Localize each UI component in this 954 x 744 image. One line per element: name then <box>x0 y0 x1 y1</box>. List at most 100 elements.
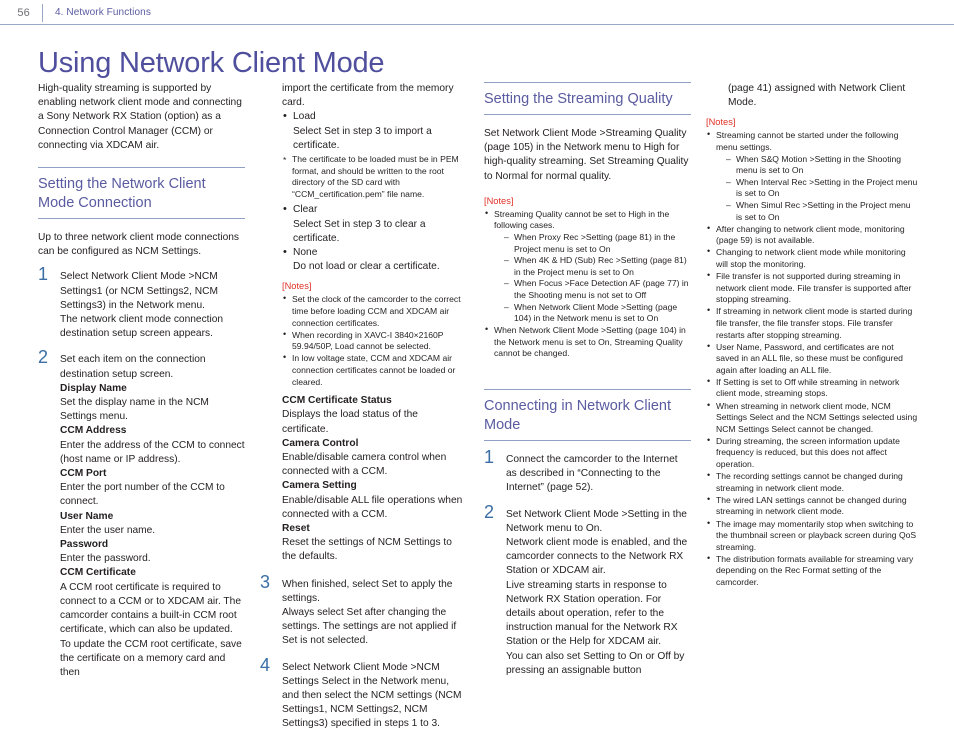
certificate-option-list: Load Select Set in step 3 to import a ce… <box>282 109 467 153</box>
step-4-line-1: Select Network Client Mode >NCM Settings… <box>282 661 462 730</box>
def-camera-setting: Enable/disable ALL file operations when … <box>282 494 463 520</box>
note-sub-item: When Interval Rec >Setting in the Projec… <box>726 177 918 200</box>
asterisk-footnote: The certificate to be loaded must be in … <box>282 154 467 200</box>
note-text: Streaming Quality cannot be set to High … <box>494 208 670 231</box>
page-running-header: 56 4. Network Functions <box>0 0 954 25</box>
def-user-name: Enter the user name. <box>60 524 156 536</box>
notes-label: [Notes] <box>282 281 312 292</box>
note-item: If streaming in network client mode is s… <box>706 305 918 341</box>
note-item: Streaming cannot be started under the fo… <box>706 129 918 224</box>
note-sub-item: When Proxy Rec >Setting (page 81) in the… <box>504 232 691 255</box>
def-ccm-port: Enter the port number of the CCM to conn… <box>60 482 225 508</box>
note-item: When streaming in network client mode, N… <box>706 400 918 436</box>
note-sub-item: When 4K & HD (Sub) Rec >Setting (page 81… <box>504 255 691 278</box>
column-1: High-quality streaming is supported by e… <box>38 82 245 692</box>
term-reset: Reset <box>282 522 310 534</box>
note-item: In low voltage state, CCM and XDCAM air … <box>282 352 467 388</box>
step-text: Select Network Client Mode >NCM Settings… <box>282 661 467 732</box>
step-2-continued: (page 41) assigned with Network Client M… <box>728 83 906 109</box>
step-2-line-3: Live streaming starts in response to Net… <box>506 579 678 648</box>
list-item-none: None Do not load or clear a certificate. <box>282 245 467 274</box>
note-item: The distribution formats available for s… <box>706 553 918 589</box>
term-camera-setting: Camera Setting <box>282 480 357 492</box>
note-item: Set the clock of the camcorder to the co… <box>282 293 467 329</box>
step-2-line-4: You can also set Setting to On or Off by… <box>506 650 685 676</box>
column-4: (page 41) assigned with Network Client M… <box>706 82 918 595</box>
def-ccm-address: Enter the address of the CCM to connect … <box>60 439 245 465</box>
step-2: 2 Set Network Client Mode >Setting in th… <box>484 503 691 678</box>
step-number: 2 <box>38 347 49 368</box>
step-number: 1 <box>38 264 49 285</box>
note-item: The recording settings cannot be changed… <box>706 470 918 494</box>
step-1-line-1: Select Network Client Mode >NCM Settings… <box>60 271 218 311</box>
notes-label: [Notes] <box>706 117 736 128</box>
term-password: Password <box>60 539 109 551</box>
term-user-name: User Name <box>60 510 114 522</box>
step-3-line-1: When finished, select Set to apply the s… <box>282 578 453 604</box>
chapter-label: 4. Network Functions <box>55 7 151 18</box>
step-number: 4 <box>260 654 271 675</box>
note-item: The image may momentarily stop when swit… <box>706 518 918 554</box>
option-text-load: Select Set in step 3 to import a certifi… <box>293 125 432 151</box>
note-sub-item: When S&Q Motion >Setting in the Shooting… <box>726 154 918 177</box>
notes-label: [Notes] <box>484 195 514 206</box>
note-item: After changing to network client mode, m… <box>706 223 918 247</box>
step-3: 3 When finished, select Set to apply the… <box>260 573 467 649</box>
note-item: The wired LAN settings cannot be changed… <box>706 494 918 518</box>
step-1: 1 Select Network Client Mode >NCM Settin… <box>38 265 245 341</box>
notes-list: Set the clock of the camcorder to the co… <box>282 293 467 388</box>
article-columns: High-quality streaming is supported by e… <box>0 82 954 729</box>
column-4-continuation: (page 41) assigned with Network Client M… <box>706 82 918 110</box>
page-title: Using Network Client Mode <box>38 47 385 80</box>
step-2-line-1: Set each item on the connection destinat… <box>60 354 206 380</box>
streaming-quality-body: Set Network Client Mode >Streaming Quali… <box>484 128 689 182</box>
option-label-none: None <box>293 247 318 258</box>
step-1: 1 Connect the camcorder to the Internet … <box>484 448 691 496</box>
page-number: 56 <box>17 6 30 19</box>
step-text: Connect the camcorder to the Internet as… <box>506 454 678 494</box>
note-item: File transfer is not supported during st… <box>706 270 918 306</box>
notes-list: Streaming cannot be started under the fo… <box>706 129 918 589</box>
note-sub-list: When Proxy Rec >Setting (page 81) in the… <box>494 232 691 325</box>
option-label-clear: Clear <box>293 204 318 216</box>
step-number: 1 <box>484 447 495 468</box>
def-camera-control: Enable/disable camera control when conne… <box>282 451 447 478</box>
note-item: During streaming, the screen information… <box>706 435 918 471</box>
step-4: 4 Select Network Client Mode >NCM Settin… <box>260 656 467 732</box>
term-display-name: Display Name <box>60 382 127 394</box>
note-item: Changing to network client mode while mo… <box>706 246 918 270</box>
def-ccm-certificate-continued: import the certificate from the memory c… <box>282 83 454 109</box>
option-label-load: Load <box>293 111 316 123</box>
note-item: When Network Client Mode >Setting (page … <box>484 324 691 360</box>
list-item-load: Load Select Set in step 3 to import a ce… <box>282 109 467 153</box>
note-item: Streaming Quality cannot be set to High … <box>484 208 691 325</box>
note-sub-list: When S&Q Motion >Setting in the Shooting… <box>716 154 918 224</box>
def-display-name: Set the display name in the NCM Settings… <box>60 397 209 423</box>
lead-paragraph: Up to three network client mode connecti… <box>38 232 240 258</box>
term-ccm-certificate-status: CCM Certificate Status <box>282 395 392 407</box>
note-text: Streaming cannot be started under the fo… <box>716 130 899 152</box>
step-text: Set each item on the connection destinat… <box>60 353 245 680</box>
step-number: 2 <box>484 501 495 522</box>
note-sub-item: When Simul Rec >Setting in the Project m… <box>726 200 918 223</box>
step-2-line-1: Set Network Client Mode >Setting in the … <box>506 508 687 534</box>
certificate-option-list-2: Clear Select Set in step 3 to clear a ce… <box>282 202 467 274</box>
notes-list: Streaming Quality cannot be set to High … <box>484 208 691 360</box>
def-password: Enter the password. <box>60 553 151 565</box>
option-text-clear: Select Set in step 3 to clear a certific… <box>293 218 426 244</box>
note-item: User Name, Password, and certificates ar… <box>706 341 918 377</box>
step-3-line-2: Always select Set after changing the set… <box>282 607 457 647</box>
section-heading-connecting-in-network-client-mode: Connecting in Network Client Mode <box>484 389 691 442</box>
step-number: 3 <box>260 571 271 592</box>
header-horizontal-rule <box>0 24 954 25</box>
section-heading-network-client-mode-connection: Setting the Network Client Mode Connecti… <box>38 167 245 220</box>
term-camera-control: Camera Control <box>282 437 359 449</box>
column-3: Setting the Streaming Quality Set Networ… <box>484 82 691 690</box>
intro-paragraph: High-quality streaming is supported by e… <box>38 83 242 151</box>
term-ccm-certificate: CCM Certificate <box>60 567 136 579</box>
section-heading-streaming-quality: Setting the Streaming Quality <box>484 82 691 115</box>
option-text-none: Do not load or clear a certificate. <box>293 261 440 273</box>
step-1-line-2: The network client mode connection desti… <box>60 314 224 340</box>
note-sub-item: When Network Client Mode >Setting (page … <box>504 302 691 325</box>
